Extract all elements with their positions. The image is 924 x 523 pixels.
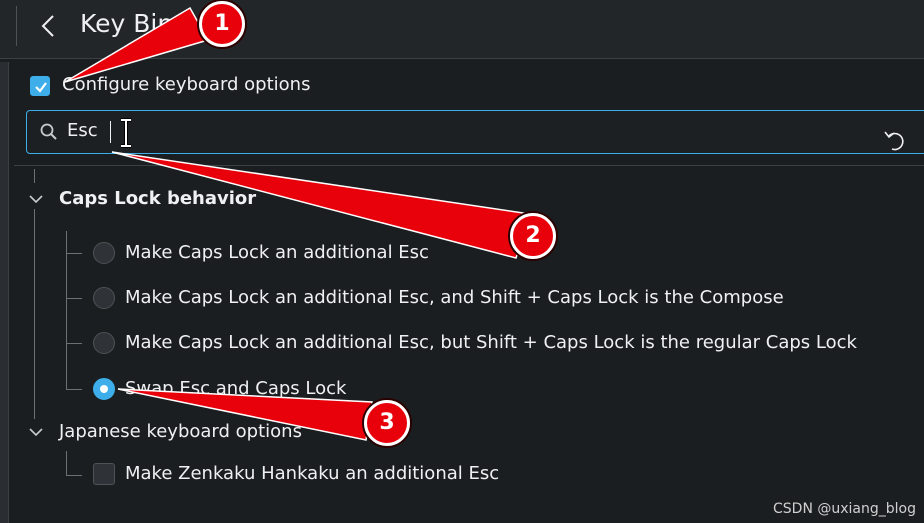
radio-caps-esc-shift-regular[interactable] — [93, 332, 115, 354]
checkbox-zenkaku-esc[interactable] — [93, 463, 115, 485]
chevron-left-icon — [41, 15, 54, 37]
left-panel-edge — [0, 62, 9, 523]
text-cursor-icon — [121, 118, 131, 148]
tree-line — [66, 451, 67, 475]
group-japanese-keyboard[interactable]: Japanese keyboard options — [59, 421, 302, 442]
header-bar: Key Bindings — [0, 0, 924, 59]
tree-line — [66, 389, 82, 390]
back-button[interactable] — [34, 11, 64, 41]
list-divider — [14, 165, 924, 166]
reset-icon[interactable] — [883, 127, 907, 153]
option-zenkaku-esc-label[interactable]: Make Zenkaku Hankaku an additional Esc — [125, 463, 499, 484]
option-caps-esc-shift-compose-label[interactable]: Make Caps Lock an additional Esc, and Sh… — [125, 287, 784, 308]
radio-caps-esc-shift-compose[interactable] — [93, 287, 115, 309]
chevron-down-icon[interactable] — [28, 426, 44, 438]
option-caps-esc-shift-regular-label[interactable]: Make Caps Lock an additional Esc, but Sh… — [125, 332, 857, 353]
watermark: CSDN @uxiang_blog — [773, 501, 916, 517]
keyboard-options-panel: Configure keyboard options Esc Caps Lock… — [14, 59, 924, 523]
chevron-down-icon[interactable] — [28, 193, 44, 205]
configure-keyboard-label[interactable]: Configure keyboard options — [62, 74, 310, 95]
group-caps-lock-behavior[interactable]: Caps Lock behavior — [59, 188, 256, 209]
annotation-badge-2: 2 — [510, 213, 556, 259]
tree-line — [34, 169, 35, 183]
configure-keyboard-checkbox[interactable] — [30, 76, 50, 96]
tree-line — [66, 343, 82, 344]
annotation-badge-3: 3 — [364, 400, 410, 446]
tree-line — [66, 298, 82, 299]
checkmark-icon — [35, 82, 47, 93]
tree-line — [66, 231, 67, 389]
annotation-badge-1: 1 — [199, 1, 245, 47]
search-icon — [40, 123, 57, 140]
option-caps-esc-label[interactable]: Make Caps Lock an additional Esc — [125, 242, 429, 263]
text-caret — [110, 121, 111, 143]
search-input[interactable]: Esc — [67, 120, 98, 141]
radio-caps-esc[interactable] — [93, 242, 115, 264]
tree-line — [66, 475, 82, 476]
tree-line — [34, 209, 35, 419]
header-separator — [16, 6, 17, 46]
option-swap-esc-caps-label[interactable]: Swap Esc and Caps Lock — [125, 378, 346, 399]
radio-swap-esc-caps[interactable] — [93, 378, 115, 400]
search-field[interactable]: Esc — [26, 110, 924, 154]
tree-line — [66, 253, 82, 254]
